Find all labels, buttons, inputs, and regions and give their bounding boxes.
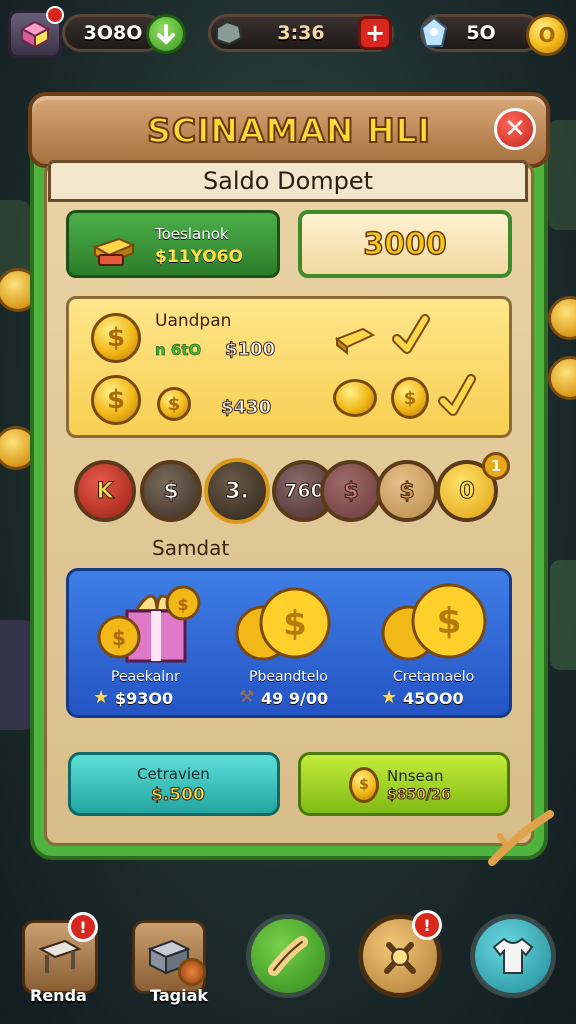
nav-label: Tagiak [150, 986, 209, 1005]
balance-tab-label: Toeslanok [155, 225, 229, 243]
star-icon: ★ [381, 687, 398, 708]
hammer-icon: ⚒ [239, 687, 255, 707]
bench-icon [38, 939, 82, 973]
shop-item-name: Peaekalnr [111, 669, 180, 685]
balance-tab-value: $11YO6O [155, 247, 243, 267]
gift-box-icon[interactable]: $ $ [97, 581, 201, 671]
stone-icon [212, 18, 244, 48]
nav-center-button[interactable] [246, 914, 330, 998]
shop-item-name: Cretamaelo [393, 669, 475, 685]
add-time-button[interactable]: + [358, 16, 392, 50]
close-icon: ✕ [504, 114, 526, 144]
dialog-title-banner: SCINAMAN HLI ✕ [28, 92, 550, 168]
gold-coin-icon[interactable]: O [526, 14, 568, 56]
rewards-heading: Uandpan [155, 311, 232, 331]
svg-text:$: $ [112, 626, 126, 650]
background-tile [548, 120, 576, 230]
coin-badge-icon [178, 958, 206, 986]
section-label: Samdat [152, 536, 230, 560]
teal-button-label: Cetravien [137, 765, 210, 783]
lime-action-button[interactable]: $ Nnsean $850/26 [298, 752, 510, 816]
gold-bar-icon [333, 321, 377, 359]
shop-item-price: 49 9/00 [261, 689, 329, 708]
dollar-coin-icon: $ [157, 387, 191, 421]
add-gems-button[interactable] [146, 14, 186, 54]
dollar-coin-icon: $ [391, 377, 429, 419]
shop-item-name: Pbeandtelo [249, 669, 328, 685]
wood-branch-decoration [486, 806, 556, 872]
star-icon: ★ [93, 687, 110, 708]
background-coin [548, 356, 576, 400]
coin-stack-icon[interactable]: $ [229, 583, 339, 669]
crystal-icon [412, 12, 456, 56]
wallet-subtitle: Saldo Dompet [48, 160, 528, 202]
gold-coin-icon: $ [349, 767, 379, 803]
coin-stack-icon[interactable]: $ [377, 579, 493, 669]
cucumber-icon [268, 936, 308, 976]
teal-action-button[interactable]: Cetravien $.500 [68, 752, 280, 816]
nav-badge: ! [68, 912, 98, 942]
gold-bar-icon [89, 225, 137, 273]
dollar-coin-icon: $ [91, 375, 141, 425]
lime-button-label: Nnsean [387, 767, 444, 785]
nav-wardrobe-button[interactable] [470, 914, 556, 998]
teal-button-value: $.500 [151, 785, 206, 806]
token-three[interactable]: 3. [204, 458, 270, 524]
bottom-navigation: ! Renda Tagiak ! [0, 900, 576, 1024]
token-dollar[interactable]: $ [140, 460, 202, 522]
close-button[interactable]: ✕ [494, 108, 536, 150]
svg-text:$: $ [283, 604, 307, 644]
nav-label: Renda [30, 986, 87, 1005]
shop-item-price: 45OO0 [403, 689, 464, 708]
checkmark-icon [437, 373, 477, 423]
notification-dot [46, 6, 64, 24]
background-tile [0, 620, 34, 730]
dialog-title: SCINAMAN HLI [146, 110, 431, 151]
shirt-icon [492, 937, 534, 974]
background-tile [550, 560, 576, 670]
balance-tab[interactable]: Toeslanok $11YO6O [66, 210, 280, 278]
rewards-line1-prefix: n 6tO [155, 341, 202, 360]
background-coin [548, 296, 576, 340]
checkmark-icon [391, 313, 431, 361]
shop-offers: $ $ Peaekalnr ★ $93O0 $ Pbeandtelo ⚒ 49 … [66, 568, 512, 718]
balance-amount-button[interactable]: 3000 [298, 210, 512, 278]
svg-text:$: $ [436, 601, 461, 642]
rewards-box: $ $ $ Uandpan n 6tO $100 $430 $ [66, 296, 512, 438]
rewards-line1-value: $100 [224, 339, 276, 361]
token-dollar-gold[interactable]: $ [376, 460, 438, 522]
svg-text:$: $ [177, 595, 188, 614]
top-resource-bar: 3O8O 3:36 + 5O O [0, 6, 576, 58]
stacked-coin-icon [333, 379, 377, 417]
tools-icon [384, 942, 416, 974]
token-badge: 1 [482, 452, 510, 480]
lime-button-value: $850/26 [387, 787, 452, 804]
nav-badge: ! [412, 910, 442, 940]
dollar-coin-icon: $ [91, 313, 141, 363]
rewards-line2-value: $430 [220, 397, 272, 419]
token-dollar-dark[interactable]: $ [320, 460, 382, 522]
shop-item-price: $93O0 [115, 689, 174, 708]
token-k[interactable]: K [74, 460, 136, 522]
